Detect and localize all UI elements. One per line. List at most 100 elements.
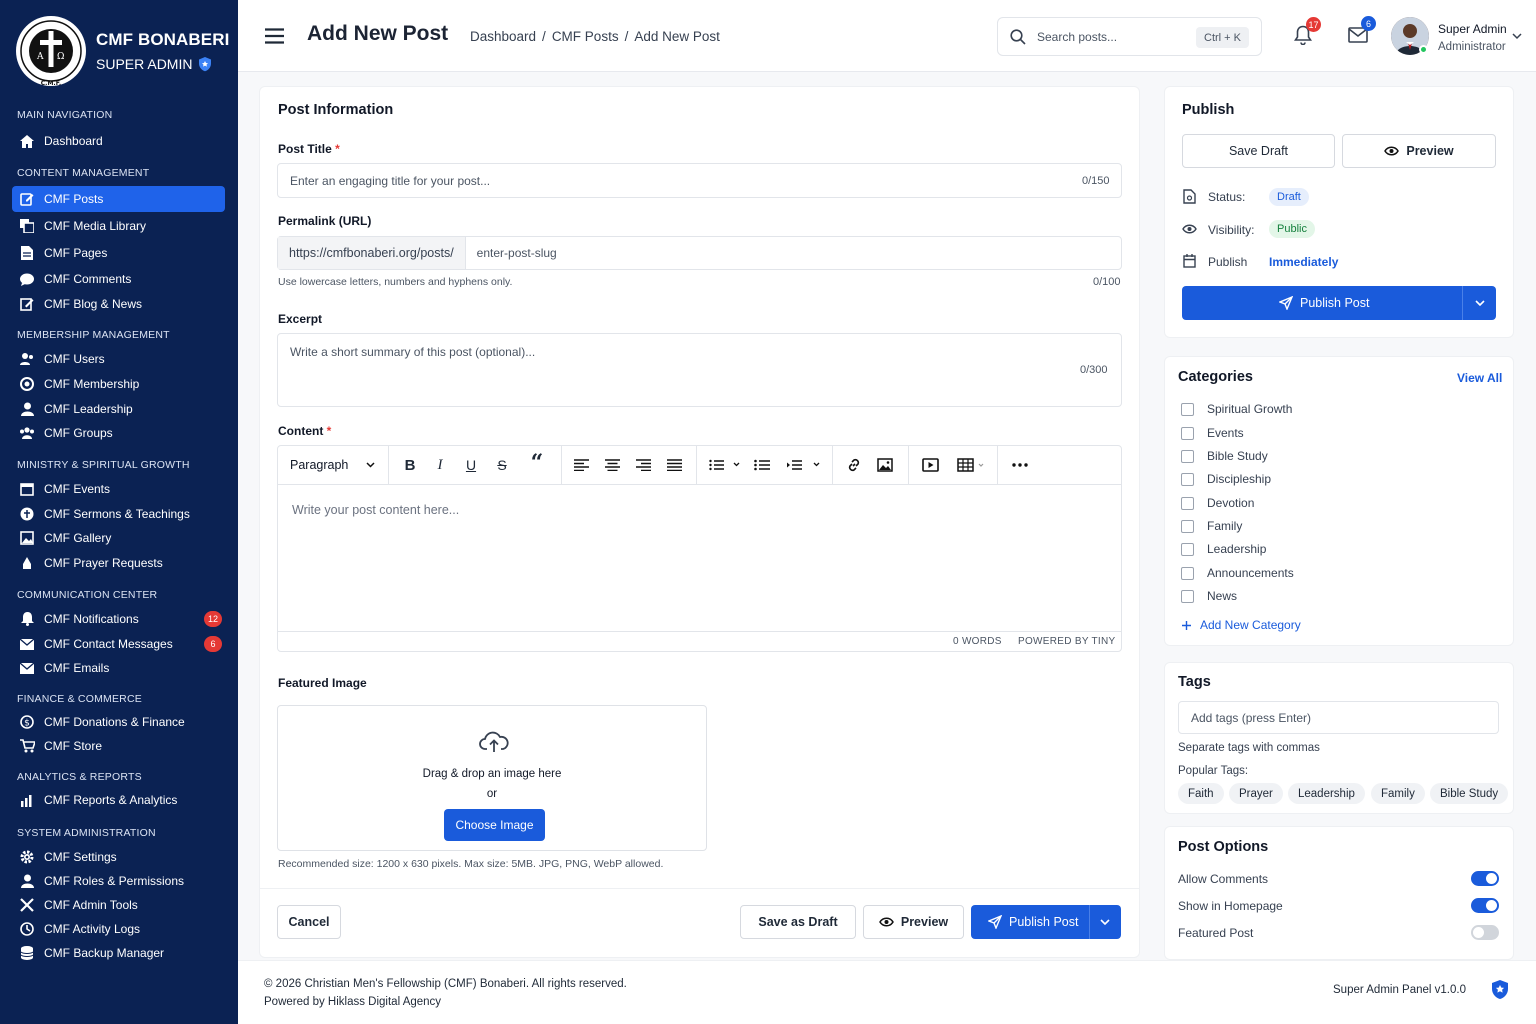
sidebar-item-tools[interactable]: CMF Admin Tools <box>12 892 225 918</box>
sidebar-item-backup[interactable]: CMF Backup Manager <box>12 940 225 966</box>
sidebar-item-notifications[interactable]: CMF Notifications 12 <box>12 606 225 632</box>
sidebar-item-comments[interactable]: CMF Comments <box>12 266 225 292</box>
sidebar-item-pages[interactable]: CMF Pages <box>12 240 225 266</box>
table-icon[interactable] <box>955 457 989 473</box>
category-family[interactable]: Family <box>1181 519 1242 533</box>
sidebar-item-settings[interactable]: CMF Settings <box>12 844 225 870</box>
indent-icon[interactable] <box>786 457 822 473</box>
checkbox[interactable] <box>1181 542 1194 556</box>
checkbox[interactable] <box>1181 426 1194 440</box>
sidebar-item-contact[interactable]: CMF Contact Messages 6 <box>12 631 225 657</box>
sidebar-item-events[interactable]: CMF Events <box>12 476 225 502</box>
align-justify-icon[interactable] <box>664 457 684 473</box>
category-news[interactable]: News <box>1181 589 1237 603</box>
sidebar-item-groups[interactable]: CMF Groups <box>12 420 225 446</box>
publish-post-button-sidebar[interactable]: Publish Post <box>1182 286 1496 320</box>
more-options-icon[interactable] <box>1010 457 1030 473</box>
sidebar-item-donations[interactable]: $ CMF Donations & Finance <box>12 709 225 735</box>
visibility-badge[interactable]: Public <box>1269 220 1315 238</box>
sidebar-item-membership[interactable]: CMF Membership <box>12 371 225 397</box>
italic-icon[interactable]: I <box>430 457 450 473</box>
format-select[interactable]: Paragraph <box>290 458 375 472</box>
align-right-icon[interactable] <box>633 457 653 473</box>
link-icon[interactable] <box>844 457 864 473</box>
numbered-list-icon[interactable] <box>707 457 743 473</box>
category-leadership[interactable]: Leadership <box>1181 542 1266 556</box>
excerpt-textarea[interactable]: Write a short summary of this post (opti… <box>277 333 1122 407</box>
preview-button[interactable]: Preview <box>863 905 964 939</box>
sidebar-item-logs[interactable]: CMF Activity Logs <box>12 916 225 942</box>
breadcrumb-posts[interactable]: CMF Posts <box>552 29 619 44</box>
image-icon[interactable] <box>875 457 895 473</box>
sidebar-item-sermons[interactable]: CMF Sermons & Teachings <box>12 501 225 527</box>
add-new-category-link[interactable]: Add New Category <box>1182 618 1301 632</box>
bullet-list-icon[interactable] <box>752 457 772 473</box>
category-spiritual-growth[interactable]: Spiritual Growth <box>1181 402 1292 416</box>
sidebar-item-blog[interactable]: CMF Blog & News <box>12 291 225 317</box>
preview-button[interactable]: Preview <box>1342 134 1496 168</box>
category-events[interactable]: Events <box>1181 426 1244 440</box>
tags-input[interactable]: Add tags (press Enter) <box>1178 701 1499 734</box>
sidebar-item-users[interactable]: CMF Users <box>12 346 225 372</box>
sidebar-item-store[interactable]: CMF Store <box>12 733 225 759</box>
publish-post-button[interactable]: Publish Post <box>971 905 1121 939</box>
save-draft-button[interactable]: Save Draft <box>1182 134 1335 168</box>
category-announcements[interactable]: Announcements <box>1181 566 1294 580</box>
sidebar-item-gallery[interactable]: CMF Gallery <box>12 525 225 551</box>
permalink-field[interactable]: https://cmfbonaberi.org/posts/ enter-pos… <box>277 236 1122 270</box>
checkbox[interactable] <box>1181 402 1194 416</box>
choose-image-button[interactable]: Choose Image <box>444 809 545 841</box>
chevron-down-icon[interactable] <box>1475 300 1485 306</box>
sidebar-item-media[interactable]: CMF Media Library <box>12 213 225 239</box>
save-as-draft-button[interactable]: Save as Draft <box>740 905 856 939</box>
allow-comments-toggle[interactable] <box>1471 871 1499 886</box>
strikethrough-icon[interactable]: S <box>492 457 512 473</box>
tag-prayer[interactable]: Prayer <box>1229 783 1283 804</box>
tag-leadership[interactable]: Leadership <box>1288 783 1365 804</box>
notifications-button[interactable]: 17 <box>1294 17 1321 45</box>
brand-title: CMF BONABERI <box>96 30 230 49</box>
sidebar-item-emails[interactable]: CMF Emails <box>12 655 225 681</box>
sidebar-item-reports[interactable]: CMF Reports & Analytics <box>12 787 225 813</box>
powered-by-tiny[interactable]: POWERED BY TINY <box>1018 636 1115 647</box>
chevron-down-icon[interactable] <box>1512 33 1522 40</box>
category-bible-study[interactable]: Bible Study <box>1181 449 1268 463</box>
video-icon[interactable] <box>920 457 940 473</box>
sidebar-item-prayer[interactable]: CMF Prayer Requests <box>12 550 225 576</box>
bold-icon[interactable]: B <box>400 457 420 474</box>
tag-family[interactable]: Family <box>1371 783 1425 804</box>
featured-post-toggle[interactable] <box>1471 925 1499 940</box>
category-discipleship[interactable]: Discipleship <box>1181 472 1271 486</box>
post-title-input[interactable]: Enter an engaging title for your post... <box>277 163 1122 198</box>
checkbox[interactable] <box>1181 566 1194 580</box>
checkbox[interactable] <box>1181 589 1194 603</box>
sidebar-item-dashboard[interactable]: Dashboard <box>12 128 225 154</box>
messages-button[interactable]: 6 <box>1348 16 1376 43</box>
checkbox[interactable] <box>1181 472 1194 486</box>
sidebar-item-roles[interactable]: CMF Roles & Permissions <box>12 868 225 894</box>
underline-icon[interactable]: U <box>461 457 481 473</box>
checkbox[interactable] <box>1181 496 1194 510</box>
checkbox[interactable] <box>1181 449 1194 463</box>
show-homepage-toggle[interactable] <box>1471 898 1499 913</box>
cancel-button[interactable]: Cancel <box>277 905 341 939</box>
blockquote-icon[interactable]: “ <box>527 450 547 476</box>
tag-faith[interactable]: Faith <box>1178 783 1224 804</box>
chevron-down-icon[interactable] <box>1100 919 1110 925</box>
category-devotion[interactable]: Devotion <box>1181 496 1254 510</box>
publish-schedule-link[interactable]: Immediately <box>1269 255 1338 269</box>
content-editor-area[interactable]: Write your post content here... <box>292 503 459 517</box>
checkbox[interactable] <box>1181 519 1194 533</box>
sidebar-item-posts[interactable]: CMF Posts <box>12 186 225 212</box>
tag-bible-study[interactable]: Bible Study <box>1430 783 1509 804</box>
sidebar-item-leadership[interactable]: CMF Leadership <box>12 396 225 422</box>
view-all-link[interactable]: View All <box>1457 371 1502 385</box>
excerpt-char-count: 0/300 <box>1080 364 1108 376</box>
align-left-icon[interactable] <box>571 457 591 473</box>
menu-icon[interactable] <box>265 28 284 44</box>
image-dropzone[interactable]: Drag & drop an image here or Choose Imag… <box>277 705 707 851</box>
breadcrumb-dashboard[interactable]: Dashboard <box>470 29 536 44</box>
user-menu[interactable]: Super Admin Administrator <box>1438 22 1507 53</box>
align-center-icon[interactable] <box>602 457 622 473</box>
search-input[interactable]: Search posts... Ctrl + K <box>997 17 1262 56</box>
